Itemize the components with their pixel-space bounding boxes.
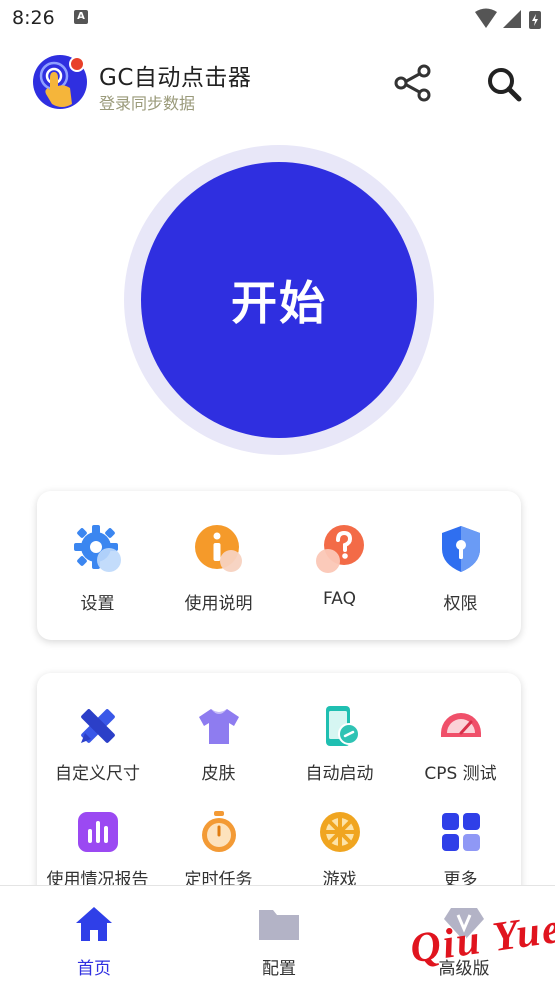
tshirt-icon xyxy=(198,709,239,744)
signal-icon xyxy=(503,10,521,28)
auto-start-label: 自动启动 xyxy=(305,764,374,784)
stopwatch-icon xyxy=(201,811,236,852)
app-logo-icon[interactable] xyxy=(32,54,88,110)
settings-label: 设置 xyxy=(80,594,115,614)
auto-start-button[interactable]: 自动启动 xyxy=(279,703,400,784)
start-button-label: 开始 xyxy=(231,276,327,330)
speedometer-icon xyxy=(440,713,481,737)
cps-test-label: CPS 测试 xyxy=(424,764,497,784)
quick-actions-card: 设置 使用说明 FAQ 权限 xyxy=(37,491,521,640)
permissions-label: 权限 xyxy=(443,594,478,614)
scheduled-task-button[interactable]: 定时任务 xyxy=(158,809,279,890)
instructions-label: 使用说明 xyxy=(184,594,253,614)
status-icons xyxy=(475,8,541,29)
app-title: GC自动点击器 xyxy=(99,65,252,91)
phone-link-icon xyxy=(325,706,360,746)
settings-button[interactable]: 设置 xyxy=(37,523,158,614)
nav-home-label: 首页 xyxy=(77,959,111,979)
nav-home[interactable]: 首页 xyxy=(34,904,154,979)
nav-config-label: 配置 xyxy=(262,959,296,979)
instructions-button[interactable]: 使用说明 xyxy=(158,523,279,614)
grid-icon xyxy=(441,813,480,851)
gear-icon xyxy=(73,525,121,572)
custom-size-label: 自定义尺寸 xyxy=(55,764,140,784)
info-icon xyxy=(194,525,242,572)
status-bar: 8:26 A xyxy=(0,0,555,38)
wifi-icon xyxy=(475,8,497,28)
skin-button[interactable]: 皮肤 xyxy=(158,703,279,784)
start-button[interactable]: 开始 xyxy=(141,162,417,438)
faq-label: FAQ xyxy=(323,589,356,609)
login-sync-link[interactable]: 登录同步数据 xyxy=(99,90,195,114)
home-icon xyxy=(76,907,112,941)
question-icon xyxy=(315,525,364,573)
more-button[interactable]: 更多 xyxy=(400,809,521,890)
games-button[interactable]: 游戏 xyxy=(279,809,400,890)
nav-config[interactable]: 配置 xyxy=(219,904,339,979)
faq-button[interactable]: FAQ xyxy=(279,523,400,609)
search-icon[interactable] xyxy=(482,62,526,106)
permissions-button[interactable]: 权限 xyxy=(400,523,521,614)
custom-size-button[interactable]: 自定义尺寸 xyxy=(37,703,158,784)
cps-test-button[interactable]: CPS 测试 xyxy=(400,703,521,784)
notification-icon: A xyxy=(74,10,88,24)
app-header: GC自动点击器 登录同步数据 xyxy=(0,48,555,118)
bar-chart-icon xyxy=(77,812,118,852)
ruler-pencil-icon xyxy=(80,709,115,743)
wheel-icon xyxy=(319,812,360,852)
shield-icon xyxy=(441,526,480,572)
share-icon[interactable] xyxy=(392,62,434,104)
skin-label: 皮肤 xyxy=(201,764,236,784)
usage-report-button[interactable]: 使用情况报告 xyxy=(37,809,158,890)
status-time: 8:26 xyxy=(12,7,55,29)
features-card: 自定义尺寸 皮肤 自动启动 CPS 测试 使用情况报告 定时任务 游戏 更多 xyxy=(37,673,521,903)
folder-icon xyxy=(259,910,299,940)
